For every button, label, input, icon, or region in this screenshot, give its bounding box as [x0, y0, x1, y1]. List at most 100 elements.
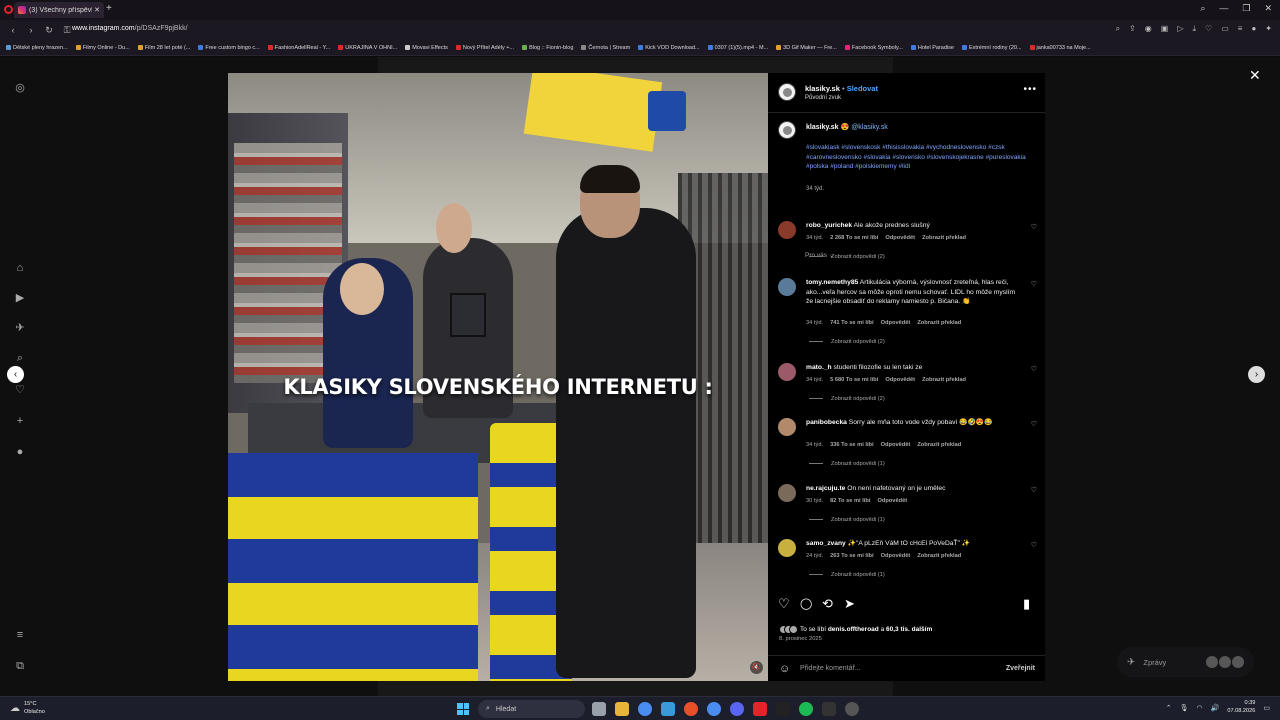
play-icon[interactable]: ▷: [1177, 24, 1183, 34]
comment-icon[interactable]: ◯: [800, 597, 812, 611]
likes-summary[interactable]: To se líbí denis.offtheroad a 60,3 tis. …: [779, 625, 932, 634]
comment-translate-button[interactable]: Zobrazit překlad: [917, 553, 961, 559]
view-replies-button[interactable]: Zobrazit odpovědi (2): [809, 396, 885, 402]
comment-reply-button[interactable]: Odpovědět: [881, 442, 911, 448]
comment-input[interactable]: Přidejte komentář...: [800, 665, 861, 672]
app-icon[interactable]: [776, 702, 790, 716]
discord-icon[interactable]: [730, 702, 744, 716]
commenter-username[interactable]: samo_zvany: [806, 540, 846, 547]
comment-like-icon[interactable]: ♡: [1031, 541, 1037, 549]
wifi-icon[interactable]: ◠: [1197, 704, 1203, 712]
also-from-meta-icon[interactable]: ⧉: [13, 659, 27, 673]
view-replies-button[interactable]: Zobrazit odpovědi (1): [809, 517, 885, 523]
reload-button[interactable]: ↻: [44, 25, 54, 36]
post-comment-button[interactable]: Zveřejnit: [1006, 665, 1035, 672]
commenter-avatar[interactable]: [778, 539, 796, 557]
volume-icon[interactable]: 🔊: [1211, 704, 1220, 712]
browser-tab-instagram[interactable]: (3) Všechny příspěvky • I... ✕: [14, 2, 104, 18]
save-bookmark-icon[interactable]: ▮: [1023, 597, 1030, 611]
camera-icon[interactable]: ◉: [1145, 24, 1152, 34]
bookmark-item[interactable]: Hotel Paradise: [910, 45, 954, 51]
spotify-icon[interactable]: [799, 702, 813, 716]
more-menu-icon[interactable]: ≡: [13, 628, 27, 642]
bookmark-item[interactable]: Dětské pleny hrazen...: [6, 45, 68, 51]
settings-icon[interactable]: [845, 702, 859, 716]
emoji-icon[interactable]: ☺: [779, 663, 790, 675]
bookmark-item[interactable]: janka00733 na Moje...: [1029, 45, 1091, 51]
close-window-button[interactable]: ✕: [1264, 3, 1272, 14]
firefox-icon[interactable]: [684, 702, 698, 716]
next-post-button[interactable]: ›: [1248, 366, 1265, 383]
view-replies-button[interactable]: Zobrazit odpovědi (2): [809, 254, 885, 260]
commenter-avatar[interactable]: [778, 278, 796, 296]
close-modal-icon[interactable]: ✕: [1249, 67, 1261, 84]
wallet-icon[interactable]: ▭: [1221, 24, 1229, 34]
bookmark-item[interactable]: Extrémní rodiny (20...: [961, 45, 1022, 51]
bookmark-item[interactable]: Kick VOD Download...: [638, 45, 700, 51]
direct-icon[interactable]: ✈: [13, 321, 27, 335]
like-heart-icon[interactable]: ♡: [778, 597, 790, 611]
comment-translate-button[interactable]: Zobrazit překlad: [917, 442, 961, 448]
comment-likes[interactable]: 336 To se mi líbí: [830, 442, 874, 448]
author-username[interactable]: klasiky.sk: [805, 84, 840, 93]
original-audio-link[interactable]: Původní zvuk: [805, 95, 841, 101]
bookmark-heart-icon[interactable]: ♡: [1205, 24, 1212, 34]
comment-reply-button[interactable]: Odpovědět: [881, 553, 911, 559]
windows-start-icon[interactable]: [457, 703, 469, 715]
tray-chevron-icon[interactable]: ⌃: [1166, 704, 1172, 712]
forward-button[interactable]: ›: [26, 25, 36, 35]
comment-likes[interactable]: 5 680 To se mi líbí: [830, 377, 878, 383]
caption-avatar[interactable]: [778, 121, 796, 139]
pip-icon[interactable]: ▣: [1161, 24, 1169, 34]
bookmark-item[interactable]: Facebook Symboly...: [844, 45, 903, 51]
bookmark-item[interactable]: 3D Gif Maker — Fre...: [776, 45, 837, 51]
author-avatar[interactable]: [778, 83, 796, 101]
likes-count[interactable]: 60,3 tis. dalším: [886, 626, 932, 633]
bookmark-item[interactable]: Free custom bingo c...: [198, 45, 260, 51]
notification-icon[interactable]: ▭: [1263, 704, 1270, 712]
commenter-avatar[interactable]: [778, 418, 796, 436]
bookmark-item[interactable]: Film 28 let poté (...: [137, 45, 190, 51]
create-plus-icon[interactable]: +: [13, 414, 27, 428]
url-field[interactable]: www.instagram.com/p/DSAzF9pjBkk/: [72, 25, 188, 32]
steam-icon[interactable]: [661, 702, 675, 716]
chrome-icon[interactable]: [638, 702, 652, 716]
commenter-avatar[interactable]: [778, 363, 796, 381]
more-options-icon[interactable]: •••: [1023, 84, 1037, 95]
bookmark-item[interactable]: Blog :: Fionin-blog: [522, 45, 573, 51]
commenter-avatar[interactable]: [778, 484, 796, 502]
view-replies-button[interactable]: Zobrazit odpovědi (2): [809, 339, 885, 345]
comment-likes[interactable]: 263 To se mi líbí: [830, 553, 874, 559]
commenter-username[interactable]: panibobecka: [806, 419, 847, 426]
commenter-username[interactable]: tomy.nemethy85: [806, 279, 858, 286]
profile-avatar-icon[interactable]: ●: [13, 445, 27, 459]
previous-post-button[interactable]: ‹: [7, 366, 24, 383]
menu-icon[interactable]: ≡: [1238, 24, 1243, 34]
mute-icon[interactable]: 🔇: [750, 661, 763, 674]
view-replies-button[interactable]: Zobrazit odpovědi (1): [809, 461, 885, 467]
weather-widget[interactable]: ☁ 15°C Oblačno: [10, 701, 45, 716]
bookmark-item[interactable]: Filmy Online - Du...: [75, 45, 130, 51]
back-button[interactable]: ‹: [8, 25, 18, 35]
caption-mention[interactable]: @klasiky.sk: [851, 124, 888, 131]
comment-likes[interactable]: 82 To se mi líbí: [830, 498, 870, 504]
taskbar-search[interactable]: ⌕ Hledat: [478, 700, 585, 718]
comment-reply-button[interactable]: Odpovědět: [877, 498, 907, 504]
share-icon[interactable]: ➤: [844, 597, 855, 611]
comment-like-icon[interactable]: ♡: [1031, 223, 1037, 231]
new-tab-button[interactable]: +: [106, 4, 112, 14]
maximize-button[interactable]: ❐: [1242, 3, 1250, 14]
comment-likes[interactable]: 2 268 To se mi líbí: [830, 235, 878, 241]
file-explorer-icon[interactable]: [592, 702, 606, 716]
zoom-icon[interactable]: ⌕: [1116, 24, 1120, 34]
microphone-icon[interactable]: 🎙: [1180, 704, 1189, 712]
follow-button[interactable]: Sledovat: [847, 84, 878, 93]
repost-icon[interactable]: ⟲: [822, 597, 833, 611]
commenter-avatar[interactable]: [778, 221, 796, 239]
commenter-username[interactable]: robo_yurichek: [806, 222, 852, 229]
bookmark-item[interactable]: Nový Přítel Adély +...: [455, 45, 514, 51]
search-icon[interactable]: ⌕: [13, 351, 27, 365]
site-info-icon[interactable]: ⚿: [62, 25, 72, 36]
opera-icon[interactable]: [753, 702, 767, 716]
clock[interactable]: 0:39 07.08.2026: [1227, 700, 1255, 715]
